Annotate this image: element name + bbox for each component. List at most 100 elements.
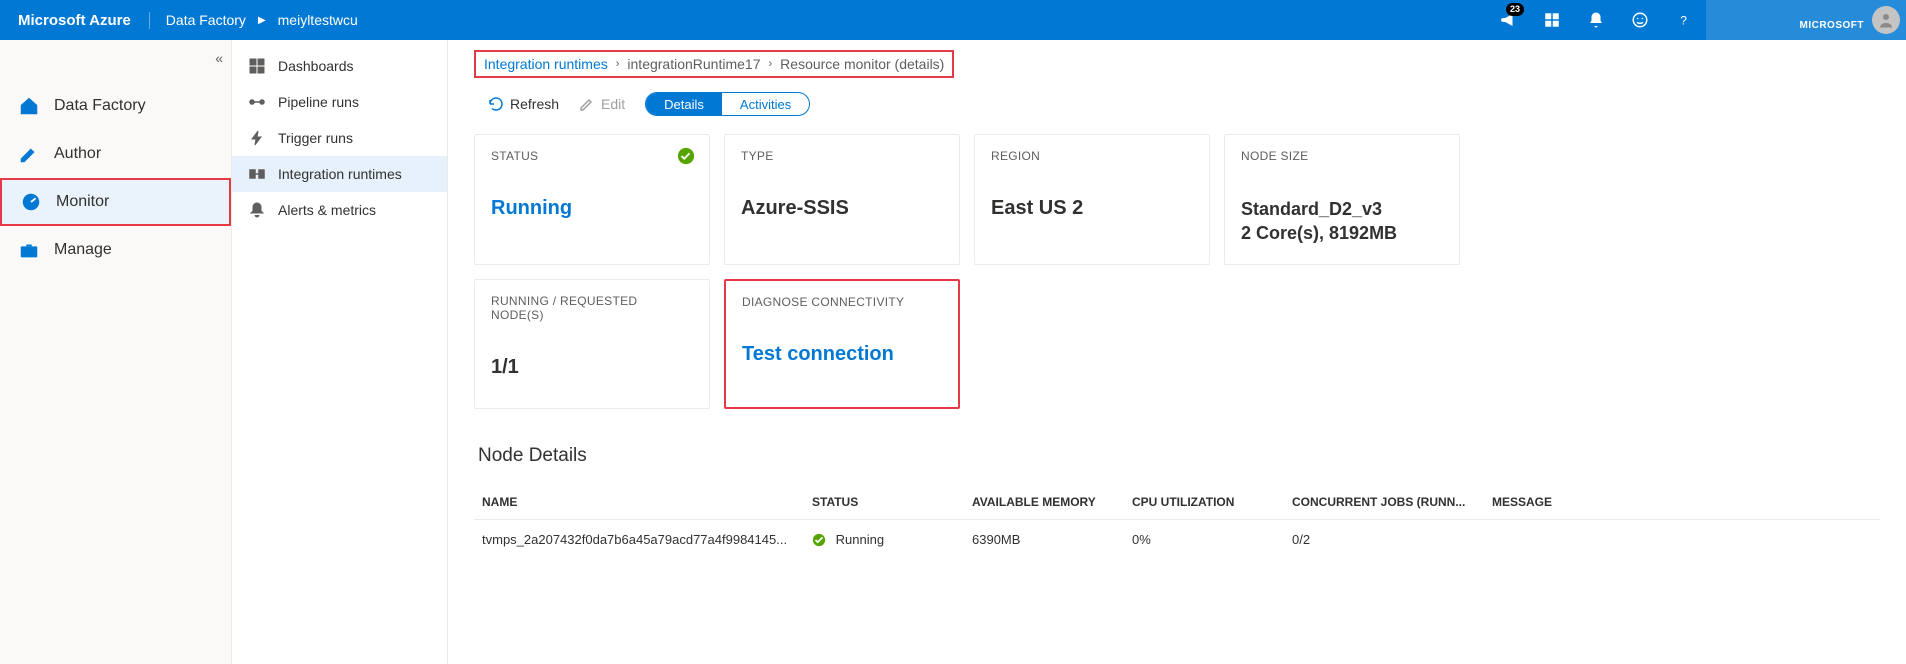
card-type: TYPE Azure-SSIS (724, 134, 960, 265)
cell-status: Running (804, 519, 964, 559)
status-value[interactable]: Running (491, 197, 693, 220)
summary-cards-row2: RUNNING / REQUESTED NODE(S) 1/1 DIAGNOSE… (474, 279, 1880, 409)
notifications-icon[interactable] (1574, 0, 1618, 40)
check-circle-icon (677, 147, 695, 165)
user-tenant: MICROSOFT (1800, 8, 1865, 32)
bolt-icon (248, 129, 266, 147)
breadcrumb-l1[interactable]: Integration runtimes (484, 56, 608, 72)
chevron-right-icon: › (769, 58, 773, 70)
chevron-right-icon: ▶ (258, 15, 266, 26)
card-nodesize: NODE SIZE Standard_D2_v3 2 Core(s), 8192… (1224, 134, 1460, 265)
card-label: NODE SIZE (1241, 149, 1443, 163)
col-name[interactable]: NAME (474, 485, 804, 520)
breadcrumb: Integration runtimes › integrationRuntim… (474, 50, 954, 78)
breadcrumb-l2[interactable]: integrationRuntime17 (627, 56, 760, 72)
card-label: REGION (991, 149, 1193, 163)
chevron-right-icon: › (616, 58, 620, 70)
runreq-value: 1/1 (491, 356, 693, 379)
pencil-icon (18, 143, 40, 165)
card-label: RUNNING / REQUESTED NODE(S) (491, 294, 693, 322)
tab-details[interactable]: Details (646, 93, 722, 115)
check-circle-icon (812, 533, 826, 547)
toolbar: Refresh Edit Details Activities (488, 92, 1880, 116)
nav-label: Monitor (56, 193, 109, 211)
subnav-trigger-runs[interactable]: Trigger runs (232, 120, 447, 156)
subnav-alerts-metrics[interactable]: Alerts & metrics (232, 192, 447, 228)
primary-nav: « Data Factory Author Monitor Manage (0, 40, 232, 664)
svg-text:?: ? (1680, 14, 1687, 28)
tab-activities[interactable]: Activities (722, 93, 809, 115)
main-content: Integration runtimes › integrationRuntim… (448, 40, 1906, 664)
card-running-requested: RUNNING / REQUESTED NODE(S) 1/1 (474, 279, 710, 409)
subnav-pipeline-runs[interactable]: Pipeline runs (232, 84, 447, 120)
topbar-crumb-service[interactable]: Data Factory (166, 12, 246, 28)
cell-memory: 6390MB (964, 519, 1124, 559)
monitor-subnav: Dashboards Pipeline runs Trigger runs In… (232, 40, 448, 664)
subnav-dashboards[interactable]: Dashboards (232, 48, 447, 84)
summary-cards-row1: STATUS Running TYPE Azure-SSIS REGION Ea… (474, 134, 1880, 265)
breadcrumb-l3: Resource monitor (details) (780, 56, 944, 72)
announcements-icon[interactable]: 23 (1486, 0, 1530, 40)
home-icon (18, 95, 40, 117)
refresh-button[interactable]: Refresh (488, 96, 559, 112)
subnav-label: Pipeline runs (278, 94, 359, 110)
topbar-right: 23 ? MICROSOFT (1486, 0, 1906, 40)
test-connection-link[interactable]: Test connection (742, 343, 942, 366)
cell-cpu: 0% (1124, 519, 1284, 559)
bell-icon (248, 201, 266, 219)
directory-icon[interactable] (1530, 0, 1574, 40)
nodesize-value: Standard_D2_v3 2 Core(s), 8192MB (1241, 197, 1443, 246)
nav-label: Manage (54, 241, 112, 259)
subnav-label: Alerts & metrics (278, 202, 376, 218)
nav-data-factory[interactable]: Data Factory (0, 82, 231, 130)
card-diagnose-connectivity: DIAGNOSE CONNECTIVITY Test connection (724, 279, 960, 409)
cell-jobs: 0/2 (1284, 519, 1484, 559)
edit-button: Edit (579, 96, 625, 112)
cell-name: tvmps_2a207432f0da7b6a45a79acd77a4f99841… (474, 519, 804, 559)
cell-message (1484, 519, 1880, 559)
view-toggle: Details Activities (645, 92, 810, 116)
subnav-label: Integration runtimes (278, 166, 402, 182)
gauge-icon (20, 191, 42, 213)
node-details-heading: Node Details (478, 445, 1880, 467)
pipeline-icon (248, 93, 266, 111)
card-label: STATUS (491, 149, 693, 163)
refresh-icon (488, 96, 504, 112)
card-label: TYPE (741, 149, 943, 163)
toolbox-icon (18, 239, 40, 261)
subnav-label: Dashboards (278, 58, 354, 74)
ir-icon (248, 165, 266, 183)
user-menu[interactable]: MICROSOFT (1706, 0, 1906, 40)
table-header-row: NAME STATUS AVAILABLE MEMORY CPU UTILIZA… (474, 485, 1880, 520)
nav-label: Author (54, 145, 101, 163)
topbar: Microsoft Azure Data Factory ▶ meiyltest… (0, 0, 1906, 40)
type-value: Azure-SSIS (741, 197, 943, 220)
card-region: REGION East US 2 (974, 134, 1210, 265)
card-status: STATUS Running (474, 134, 710, 265)
topbar-breadcrumb: Data Factory ▶ meiyltestwcu (150, 12, 358, 28)
col-jobs[interactable]: CONCURRENT JOBS (RUNN... (1284, 485, 1484, 520)
card-label: DIAGNOSE CONNECTIVITY (742, 295, 942, 309)
pencil-icon (579, 96, 595, 112)
col-memory[interactable]: AVAILABLE MEMORY (964, 485, 1124, 520)
collapse-nav-icon[interactable]: « (215, 50, 223, 66)
notif-badge: 23 (1506, 3, 1524, 16)
col-cpu[interactable]: CPU UTILIZATION (1124, 485, 1284, 520)
nav-author[interactable]: Author (0, 130, 231, 178)
table-row[interactable]: tvmps_2a207432f0da7b6a45a79acd77a4f99841… (474, 519, 1880, 559)
node-details-table: NAME STATUS AVAILABLE MEMORY CPU UTILIZA… (474, 485, 1880, 560)
col-status[interactable]: STATUS (804, 485, 964, 520)
nav-monitor[interactable]: Monitor (0, 178, 231, 226)
subnav-integration-runtimes[interactable]: Integration runtimes (232, 156, 447, 192)
nav-manage[interactable]: Manage (0, 226, 231, 274)
brand-label[interactable]: Microsoft Azure (18, 12, 150, 29)
feedback-icon[interactable] (1618, 0, 1662, 40)
avatar (1872, 6, 1900, 34)
nav-label: Data Factory (54, 97, 146, 115)
grid-icon (248, 57, 266, 75)
topbar-crumb-resource[interactable]: meiyltestwcu (278, 12, 358, 28)
col-message[interactable]: MESSAGE (1484, 485, 1880, 520)
region-value: East US 2 (991, 197, 1193, 220)
subnav-label: Trigger runs (278, 130, 353, 146)
help-icon[interactable]: ? (1662, 0, 1706, 40)
